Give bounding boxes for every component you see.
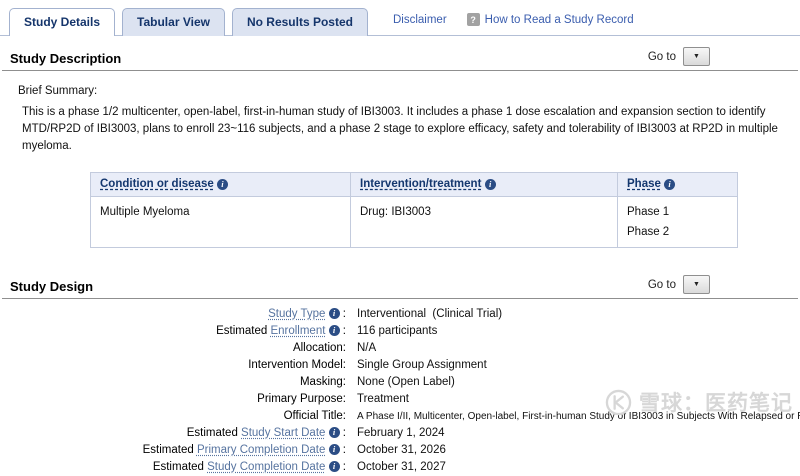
condition-table-row: Multiple Myeloma Drug: IBI3003 Phase 1 P… [91,197,738,248]
design-label: Allocation: [0,340,346,357]
study-description-title: Study Description [10,51,121,66]
design-value: February 1, 2024 [346,425,445,442]
goto-group-description: Go to ▼ [648,47,798,66]
info-icon[interactable]: i [329,444,340,455]
design-row-intervention-model: Intervention Model: Single Group Assignm… [0,357,800,374]
goto-dropdown-description[interactable]: ▼ [683,47,710,66]
design-row-primary-completion-date: Estimated Primary Completion Date i : Oc… [0,442,800,459]
study-design-title: Study Design [10,279,93,294]
design-row-start-date: Estimated Study Start Date i : February … [0,425,800,442]
glossary-link-study-start-date[interactable]: Study Start Date [241,427,325,439]
info-icon[interactable]: i [329,308,340,319]
design-value: N/A [346,340,376,357]
goto-group-design: Go to ▼ [648,275,798,294]
design-value: 116 participants [346,323,437,340]
goto-label: Go to [648,279,676,291]
phase-header-cell: Phase i [618,173,738,197]
glossary-link-primary-completion-date[interactable]: Primary Completion Date [197,444,325,456]
condition-header-link[interactable]: Condition or disease [100,178,214,190]
condition-table-header-row: Condition or disease i Intervention/trea… [91,173,738,197]
tab-study-details[interactable]: Study Details [9,8,115,36]
design-label-prefix: Estimated [143,444,197,456]
design-value: October 31, 2027 [346,459,446,476]
design-label: Primary Purpose: [0,391,346,408]
glossary-link-study-type[interactable]: Study Type [268,308,325,320]
tab-links: Disclaimer ? How to Read a Study Record [393,13,634,26]
chevron-down-icon: ▼ [693,53,700,60]
info-glyph: i [221,179,223,189]
tab-no-results-posted[interactable]: No Results Posted [232,8,368,36]
tab-bar: Study Details Tabular View No Results Po… [0,0,800,36]
study-description-header: Study Description Go to ▼ [2,36,798,71]
design-value: None (Open Label) [346,374,455,391]
design-row-primary-purpose: Primary Purpose: Treatment [0,391,800,408]
design-label: Intervention Model: [0,357,346,374]
info-icon[interactable]: i [485,179,496,190]
design-value: Treatment [346,391,409,408]
info-icon[interactable]: i [329,461,340,472]
brief-summary-label: Brief Summary: [18,85,800,97]
design-value: October 31, 2026 [346,442,446,459]
condition-cell: Multiple Myeloma [91,197,351,248]
info-glyph: i [333,305,335,322]
how-to-read-group: ? How to Read a Study Record [467,13,634,26]
help-icon[interactable]: ? [467,13,480,26]
goto-label: Go to [648,51,676,63]
help-glyph: ? [470,15,476,25]
design-row-allocation: Allocation: N/A [0,340,800,357]
brief-summary-text: This is a phase 1/2 multicenter, open-la… [22,104,784,155]
phase-value: Phase 2 [627,226,728,238]
intervention-cell: Drug: IBI3003 [351,197,618,248]
design-row-official-title: Official Title: A Phase I/II, Multicente… [0,408,800,425]
chevron-down-icon: ▼ [693,281,700,288]
study-design-header: Study Design Go to ▼ [2,264,798,299]
condition-table: Condition or disease i Intervention/trea… [90,172,738,248]
info-glyph: i [333,458,335,475]
how-to-read-link[interactable]: How to Read a Study Record [485,14,634,26]
info-icon[interactable]: i [664,179,675,190]
glossary-link-enrollment[interactable]: Enrollment [270,325,325,337]
design-value: A Phase I/II, Multicenter, Open-label, F… [346,408,800,425]
design-label: Official Title: [0,408,346,425]
design-value: Interventional (Clinical Trial) [346,306,502,323]
info-glyph: i [333,424,335,441]
design-row-study-type: Study Type i : Interventional (Clinical … [0,306,800,323]
intervention-header-link[interactable]: Intervention/treatment [360,178,481,190]
phase-value: Phase 1 [627,206,728,218]
tab-tabular-view[interactable]: Tabular View [122,8,225,36]
intervention-header-cell: Intervention/treatment i [351,173,618,197]
design-label-prefix: Estimated [153,461,207,473]
design-value: Single Group Assignment [346,357,487,374]
info-glyph: i [489,179,491,189]
condition-header-cell: Condition or disease i [91,173,351,197]
design-label-prefix: Estimated [187,427,241,439]
design-label-prefix: Estimated [216,325,270,337]
design-row-study-completion-date: Estimated Study Completion Date i : Octo… [0,459,800,476]
phase-header-link[interactable]: Phase [627,178,661,190]
glossary-link-study-completion-date[interactable]: Study Completion Date [207,461,325,473]
design-row-enrollment: Estimated Enrollment i : 116 participant… [0,323,800,340]
info-glyph: i [668,179,670,189]
phase-cell: Phase 1 Phase 2 [618,197,738,248]
design-label: Masking: [0,374,346,391]
info-icon[interactable]: i [329,325,340,336]
disclaimer-link[interactable]: Disclaimer [393,14,447,26]
info-glyph: i [333,441,335,458]
info-icon[interactable]: i [329,427,340,438]
info-icon[interactable]: i [217,179,228,190]
study-design-list: Study Type i : Interventional (Clinical … [0,306,800,476]
info-glyph: i [333,322,335,339]
goto-dropdown-design[interactable]: ▼ [683,275,710,294]
design-row-masking: Masking: None (Open Label) [0,374,800,391]
